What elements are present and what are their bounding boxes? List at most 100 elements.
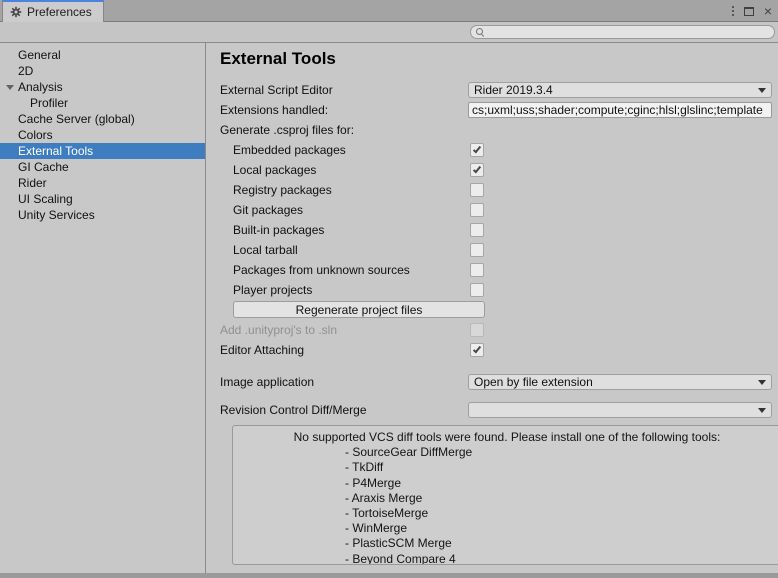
- generate-csproj-row: Generate .csproj files for:: [220, 120, 778, 140]
- sidebar-item[interactable]: Profiler: [0, 95, 205, 111]
- sidebar-item-label: Unity Services: [18, 208, 95, 222]
- sidebar-item[interactable]: Rider: [0, 175, 205, 191]
- checkbox-label: Local tarball: [220, 243, 468, 257]
- toolbar: [0, 22, 778, 43]
- close-icon[interactable]: ×: [764, 4, 772, 18]
- sidebar-item-label: Cache Server (global): [18, 112, 135, 126]
- sidebar-item[interactable]: 2D: [0, 63, 205, 79]
- image-application-row: Image application Open by file extension: [220, 372, 778, 392]
- sidebar-item[interactable]: Analysis: [0, 79, 205, 95]
- checkbox-label: Add .unityproj's to .sln: [220, 323, 468, 337]
- vcs-notice-box: No supported VCS diff tools were found. …: [232, 425, 778, 565]
- checkbox[interactable]: [470, 243, 484, 257]
- checkbox-label: Packages from unknown sources: [220, 263, 468, 277]
- window-bottom-edge: [0, 573, 778, 578]
- checkmark-icon: [473, 145, 481, 154]
- csproj-option-row: Registry packages: [220, 180, 778, 200]
- option-row: Add .unityproj's to .sln: [220, 320, 778, 340]
- sidebar-item[interactable]: Cache Server (global): [0, 111, 205, 127]
- vcs-tool-item: - P4Merge: [345, 476, 778, 491]
- foldout-caret-icon[interactable]: [6, 85, 14, 90]
- sidebar-item[interactable]: Colors: [0, 127, 205, 143]
- sidebar-item-label: General: [18, 48, 61, 62]
- sidebar-item[interactable]: Unity Services: [0, 207, 205, 223]
- revision-control-row: Revision Control Diff/Merge: [220, 400, 778, 420]
- checkbox[interactable]: [470, 163, 484, 177]
- checkbox-label: Registry packages: [220, 183, 468, 197]
- revision-control-dropdown[interactable]: [468, 402, 772, 418]
- checkbox[interactable]: [470, 143, 484, 157]
- option-row: Editor Attaching: [220, 340, 778, 360]
- image-application-value: Open by file extension: [474, 375, 593, 389]
- search-icon: [476, 28, 485, 37]
- external-script-editor-label: External Script Editor: [220, 83, 468, 97]
- sidebar-item[interactable]: External Tools: [0, 143, 205, 159]
- generate-csproj-label: Generate .csproj files for:: [220, 123, 468, 137]
- dropdown-arrow-icon: [758, 88, 766, 93]
- csproj-option-row: Local tarball: [220, 240, 778, 260]
- vcs-tool-item: - TortoiseMerge: [345, 506, 778, 521]
- checkbox-label: Local packages: [220, 163, 468, 177]
- kebab-menu-icon[interactable]: [732, 6, 734, 16]
- vcs-tool-item: - TkDiff: [345, 460, 778, 475]
- external-script-editor-value: Rider 2019.3.4: [474, 83, 553, 97]
- revision-control-label: Revision Control Diff/Merge: [220, 403, 468, 417]
- dropdown-arrow-icon: [758, 380, 766, 385]
- checkbox[interactable]: [470, 343, 484, 357]
- extensions-handled-label: Extensions handled:: [220, 103, 468, 117]
- csproj-option-row: Git packages: [220, 200, 778, 220]
- checkmark-icon: [473, 345, 481, 354]
- sidebar-item[interactable]: UI Scaling: [0, 191, 205, 207]
- csproj-options-list: Embedded packages Local packages Registr…: [220, 140, 778, 300]
- checkbox[interactable]: [470, 263, 484, 277]
- sidebar-item-label: 2D: [18, 64, 33, 78]
- regenerate-project-files-button[interactable]: Regenerate project files: [233, 301, 485, 318]
- external-script-editor-row: External Script Editor Rider 2019.3.4: [220, 80, 778, 100]
- sidebar-item-label: UI Scaling: [18, 192, 73, 206]
- vcs-tool-item: - WinMerge: [345, 521, 778, 536]
- preferences-window: Preferences × General 2D: [0, 0, 778, 578]
- misc-options-list: Add .unityproj's to .sln Editor Attachin…: [220, 320, 778, 360]
- vcs-notice-intro: No supported VCS diff tools were found. …: [233, 430, 778, 445]
- checkmark-icon: [473, 165, 481, 174]
- csproj-option-row: Local packages: [220, 160, 778, 180]
- image-application-dropdown[interactable]: Open by file extension: [468, 374, 772, 390]
- csproj-option-row: Embedded packages: [220, 140, 778, 160]
- extensions-handled-input[interactable]: [468, 102, 772, 118]
- regenerate-row: Regenerate project files: [220, 301, 778, 319]
- body: General 2D Analysis Profiler Cache Serve…: [0, 43, 778, 573]
- image-application-label: Image application: [220, 375, 468, 389]
- checkbox[interactable]: [470, 203, 484, 217]
- vcs-tool-item: - SourceGear DiffMerge: [345, 445, 778, 460]
- checkbox-label: Embedded packages: [220, 143, 468, 157]
- checkbox-label: Git packages: [220, 203, 468, 217]
- checkbox-label: Editor Attaching: [220, 343, 468, 357]
- gear-icon: [10, 6, 22, 18]
- tab-preferences[interactable]: Preferences: [2, 0, 104, 22]
- search-input[interactable]: [485, 26, 774, 38]
- checkbox[interactable]: [470, 183, 484, 197]
- vcs-tools-list: - SourceGear DiffMerge- TkDiff- P4Merge-…: [345, 445, 778, 565]
- csproj-option-row: Player projects: [220, 280, 778, 300]
- checkbox[interactable]: [470, 223, 484, 237]
- external-script-editor-dropdown[interactable]: Rider 2019.3.4: [468, 82, 772, 98]
- vcs-tool-item: - PlasticSCM Merge: [345, 536, 778, 551]
- sidebar-item-label: Rider: [18, 176, 47, 190]
- sidebar-item-label: GI Cache: [18, 160, 69, 174]
- search-box[interactable]: [470, 25, 775, 39]
- sidebar: General 2D Analysis Profiler Cache Serve…: [0, 43, 205, 573]
- checkbox[interactable]: [470, 283, 484, 297]
- checkbox-label: Built-in packages: [220, 223, 468, 237]
- sidebar-item-label: Profiler: [30, 96, 68, 110]
- checkbox-label: Player projects: [220, 283, 468, 297]
- tab-title: Preferences: [27, 5, 92, 19]
- dropdown-arrow-icon: [758, 408, 766, 413]
- titlebar: Preferences ×: [0, 0, 778, 22]
- maximize-icon[interactable]: [744, 7, 754, 16]
- sidebar-item[interactable]: General: [0, 47, 205, 63]
- sidebar-item[interactable]: GI Cache: [0, 159, 205, 175]
- checkbox[interactable]: [470, 323, 484, 337]
- vcs-tool-item: - Araxis Merge: [345, 491, 778, 506]
- window-controls: ×: [732, 0, 778, 22]
- sidebar-item-label: Colors: [18, 128, 53, 142]
